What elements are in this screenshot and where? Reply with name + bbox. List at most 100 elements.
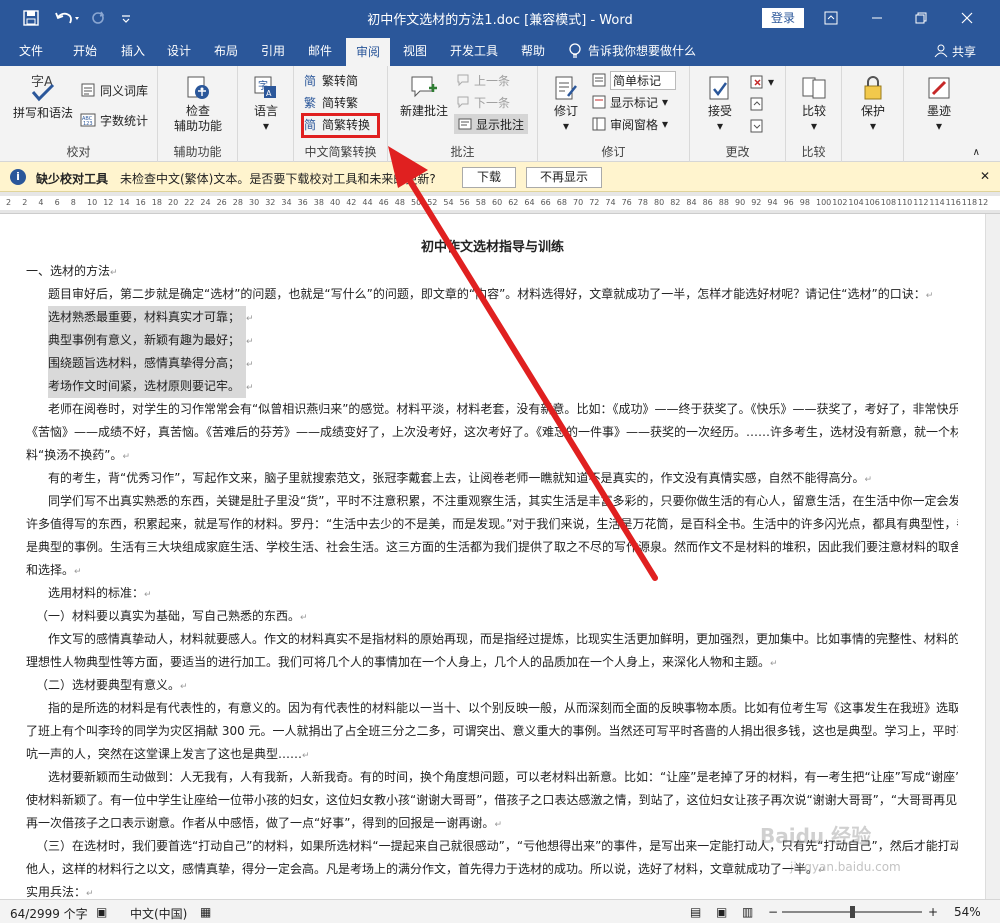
document-page[interactable]: 初中作文选材指导与训练 一、选材的方法↵ 题目审好后，第二步就是确定“选材”的问题…	[0, 214, 1000, 899]
restore-icon[interactable]	[906, 6, 936, 30]
tab-help[interactable]: 帮助	[510, 36, 556, 66]
markup-dropdown[interactable]: 简单标记	[592, 70, 677, 90]
document-line[interactable]: 吭一声的人，突然在这堂课上发言了这也是典型……↵	[26, 743, 958, 766]
new-comment-button[interactable]: 新建批注	[394, 74, 454, 119]
chevron-down-icon: ▾	[662, 95, 669, 109]
next-change-button[interactable]	[750, 116, 764, 136]
document-line[interactable]: 《苦恼》——成绩不好，真苦恼。《苦难后的芬芳》——成绩变好了，上次没考好，这次考…	[26, 421, 958, 444]
ruler-tick-label: 34	[281, 198, 292, 207]
document-line[interactable]: 选材熟悉最重要，材料真实才可靠； ↵	[26, 306, 958, 329]
zoom-in-icon[interactable]: +	[928, 905, 938, 919]
word-count-status[interactable]: 64/2999 个字	[10, 905, 88, 922]
document-line[interactable]: （二）选材要典型有意义。↵	[26, 674, 958, 697]
document-line[interactable]: 有的考生，背“优秀习作”，写起作文来，脑子里就搜索范文，张冠李戴套上去，让阅卷老…	[26, 467, 958, 490]
tab-mailings[interactable]: 邮件	[297, 36, 343, 66]
tab-layout[interactable]: 布局	[203, 36, 249, 66]
zoom-level[interactable]: 54%	[954, 905, 981, 919]
accept-button[interactable]: 接受 ▾	[698, 74, 742, 134]
compare-button[interactable]: 比较 ▾	[792, 74, 836, 134]
ink-button[interactable]: 墨迹 ▾	[914, 74, 964, 134]
close-message-icon[interactable]: ✕	[980, 169, 990, 183]
ribbon-display-options-icon[interactable]	[816, 6, 846, 30]
horizontal-ruler[interactable]: 2 2 4 6 8 10 12 14 16 18 20 22 24 26 28 30 32 34 36 38 40 42 4…	[0, 192, 1000, 214]
document-line[interactable]: （一）材料要以真实为基础，写自己熟悉的东西。↵	[26, 605, 958, 628]
document-line[interactable]: 了班上有个叫李玲的同学为灾区捐献 300 元。一人就捐出了占全班三分之二多，可谓…	[26, 720, 958, 743]
ruler-tick-label: 50	[411, 198, 422, 207]
tab-review[interactable]: 审阅	[346, 38, 390, 66]
vertical-scrollbar[interactable]	[985, 214, 1000, 899]
tab-design[interactable]: 设计	[156, 36, 202, 66]
tab-view[interactable]: 视图	[392, 36, 438, 66]
document-line[interactable]: 围绕题旨选材料，感情真挚得分高； ↵	[26, 352, 958, 375]
document-line[interactable]: 许多值得写的东西，积累起来，就是写作的材料。罗丹：“生活中去少的不是美，而是发现…	[26, 513, 958, 536]
document-line[interactable]: 和选择。↵	[26, 559, 958, 582]
track-changes-button[interactable]: 修订 ▾	[544, 74, 588, 134]
document-line[interactable]: 典型事例有意义，新颖有趣为最好； ↵	[26, 329, 958, 352]
ruler-tick-label: 98	[799, 198, 810, 207]
word-count-button[interactable]: ABC 123 字数统计	[80, 110, 148, 130]
dismiss-button[interactable]: 不再显示	[526, 167, 602, 188]
customize-qat-icon[interactable]	[118, 8, 134, 28]
show-comments-button[interactable]: 显示批注	[454, 114, 529, 134]
tab-home[interactable]: 开始	[62, 36, 108, 66]
protect-button[interactable]: 保护 ▾	[850, 74, 896, 134]
web-layout-icon[interactable]: ▥	[742, 905, 753, 919]
close-icon[interactable]	[952, 6, 982, 30]
document-line[interactable]: 是典型的事例。生活有三大块组成家庭生活、学校生活、社会生活。这三方面的生活都为我…	[26, 536, 958, 559]
tell-me-search[interactable]: 告诉我你想要做什么	[568, 36, 696, 66]
simp-to-trad-icon: 繁	[304, 95, 316, 109]
document-line[interactable]: 选材要新颖而生动做到：人无我有，人有我新，人新我奇。有的时间，换个角度想问题，可…	[26, 766, 958, 789]
redo-icon[interactable]	[88, 8, 108, 28]
minimize-icon[interactable]	[862, 6, 892, 30]
spelling-grammar-button[interactable]: 字A 拼写和语法	[8, 72, 78, 121]
document-line[interactable]: 使材料新颖了。有一位中学生让座给一位带小孩的妇女，这位妇女教小孩“谢谢大哥哥”，…	[26, 789, 958, 812]
document-line[interactable]: 理想性人物典型性等方面，要适当的进行加工。我们可将几个人的事情加在一个人身上，几…	[26, 651, 958, 674]
traditional-to-simplified-button[interactable]: 简 繁转简	[304, 70, 358, 90]
document-line[interactable]: 同学们写不出真实熟悉的东西，关键是肚子里没“货”，平时不注意积累，不注重观察生活…	[26, 490, 958, 513]
document-line[interactable]: 选用材料的标准：↵	[26, 582, 958, 605]
ruler-tick-label: 90	[735, 198, 746, 207]
previous-comment-button[interactable]: 上一条	[456, 70, 510, 90]
reject-button[interactable]: ▾	[750, 72, 774, 92]
zoom-slider-thumb[interactable]	[850, 906, 855, 918]
language-button[interactable]: 字A 语言 ▾	[244, 74, 288, 134]
show-markup-button[interactable]: 显示标记 ▾	[592, 92, 668, 112]
next-comment-button[interactable]: 下一条	[456, 92, 510, 112]
document-line[interactable]: 指的是所选的材料是有代表性的，有意义的。因为有代表性的材料能以一当十、以个别反映…	[26, 697, 958, 720]
document-line[interactable]: 作文写的感情真挚动人，材料就要感人。作文的材料真实不是指材料的原始再现，而是指经…	[26, 628, 958, 651]
check-accessibility-button[interactable]: 检查 辅助功能	[166, 74, 230, 134]
ruler-tick-label: 40	[330, 198, 341, 207]
print-layout-icon[interactable]: ▣	[716, 905, 727, 919]
save-icon[interactable]	[20, 8, 42, 28]
document-line[interactable]: 题目审好后，第二步就是确定“选材”的问题，也就是“写什么”的问题，即文章的“内容…	[26, 283, 958, 306]
zoom-out-icon[interactable]: −	[768, 905, 778, 919]
ruler-tick-label: 44	[362, 198, 373, 207]
tab-developer[interactable]: 开发工具	[440, 36, 508, 66]
reject-icon	[750, 75, 763, 89]
undo-icon[interactable]	[52, 8, 82, 28]
paragraph-mark-icon: ↵	[246, 360, 254, 370]
thesaurus-button[interactable]: 同义词库	[80, 80, 148, 100]
document-line[interactable]: 实用兵法：↵	[26, 881, 958, 899]
download-button[interactable]: 下载	[462, 167, 516, 188]
tab-file[interactable]: 文件	[8, 36, 54, 66]
document-body[interactable]: 一、选材的方法↵ 题目审好后，第二步就是确定“选材”的问题，也就是“写什么”的问题…	[26, 260, 958, 899]
login-button[interactable]: 登录	[762, 8, 804, 28]
simplified-to-traditional-button[interactable]: 繁 简转繁	[304, 92, 358, 112]
tab-insert[interactable]: 插入	[110, 36, 156, 66]
document-line[interactable]: 考场作文时间紧，选材原则要记牢。 ↵	[26, 375, 958, 398]
previous-change-button[interactable]	[750, 94, 764, 114]
proofing-status-icon[interactable]: ▣	[96, 905, 107, 919]
tab-references[interactable]: 引用	[250, 36, 296, 66]
document-line[interactable]: 料“换汤不换药”。↵	[26, 444, 958, 467]
reviewing-pane-icon	[592, 117, 606, 131]
language-status[interactable]: 中文(中国)	[130, 905, 187, 922]
macro-status-icon[interactable]: ▦	[200, 905, 211, 919]
line-text: 一、选材的方法	[26, 264, 111, 278]
document-line[interactable]: 一、选材的方法↵	[26, 260, 958, 283]
collapse-ribbon-icon[interactable]: ∧	[973, 147, 980, 158]
share-button[interactable]: 共享	[934, 36, 976, 66]
read-mode-icon[interactable]: ▤	[690, 905, 701, 919]
document-line[interactable]: 老师在阅卷时，对学生的习作常常会有“似曾相识燕归来”的感觉。材料平淡，材料老套，…	[26, 398, 958, 421]
reviewing-pane-button[interactable]: 审阅窗格 ▾	[592, 114, 668, 134]
